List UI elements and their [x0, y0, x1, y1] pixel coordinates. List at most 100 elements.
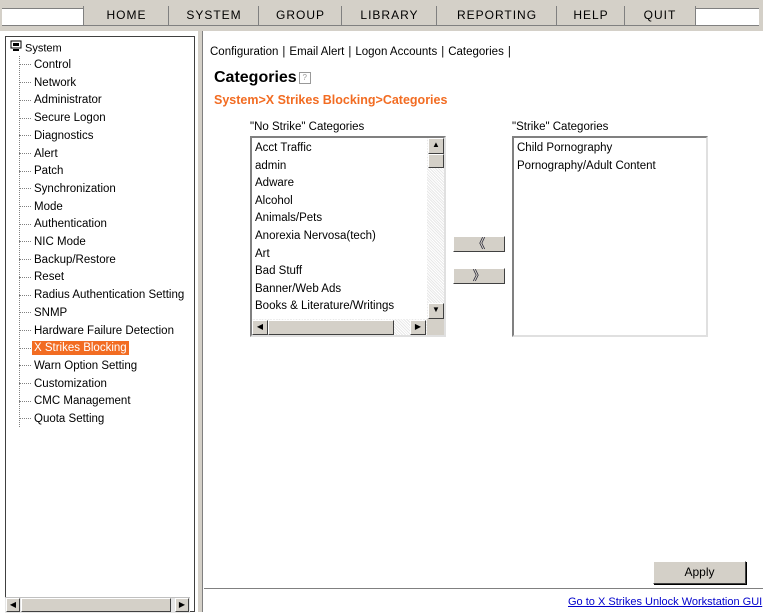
tree-scroll-thumb[interactable] [21, 598, 171, 612]
scroll-right-arrow-icon[interactable]: ▶ [175, 598, 189, 612]
no-strike-listbox[interactable]: Acct Traffic admin Adware Alcohol Animals/Pe… [250, 136, 446, 337]
footer-divider [204, 588, 763, 589]
tree-item[interactable]: X Strikes Blocking [19, 340, 129, 358]
menu-system[interactable]: SYSTEM [168, 6, 259, 25]
menu-group[interactable]: GROUP [258, 6, 342, 25]
tree-item[interactable]: Patch [19, 163, 65, 181]
no-strike-hscroll-thumb[interactable] [268, 320, 394, 335]
help-icon[interactable]: ? [298, 71, 311, 84]
breadcrumb: System>X Strikes Blocking>Categories [214, 93, 448, 107]
tree-item-label: X Strikes Blocking [32, 341, 129, 356]
tree-branch-line [19, 117, 31, 119]
no-strike-vertical-scrollbar[interactable]: ▲ ▼ [427, 138, 444, 319]
tree-branch-line [19, 223, 31, 225]
tree-item-label: Authentication [34, 218, 107, 231]
tree-item-label: CMC Management [34, 395, 131, 408]
tree-item-label: Backup/Restore [34, 253, 116, 266]
tree-item[interactable]: Customization [19, 376, 109, 394]
tree-item[interactable]: Quota Setting [19, 411, 106, 429]
no-strike-category-item[interactable]: Alcohol [252, 193, 426, 211]
tree-item-label: Customization [34, 377, 107, 390]
tree-item[interactable]: Authentication [19, 216, 109, 234]
apply-button[interactable]: Apply [653, 561, 746, 584]
no-strike-category-item[interactable]: Anorexia Nervosa(tech) [252, 228, 426, 246]
no-strike-category-item[interactable]: Books & Literature/Writings [252, 298, 426, 316]
menu-reporting[interactable]: REPORTING [436, 6, 557, 25]
tree-horizontal-scrollbar[interactable]: ◀ ▶ [5, 597, 190, 613]
strike-listbox[interactable]: Child Pornography Pornography/Adult Conte… [512, 136, 708, 337]
page-title: Categories? [214, 69, 311, 87]
tab-email-alert[interactable]: Email Alert [289, 46, 344, 58]
scroll-left-arrow-icon[interactable]: ◀ [252, 320, 268, 335]
tree-item[interactable]: Control [19, 57, 73, 75]
no-strike-category-item[interactable]: admin [252, 158, 426, 176]
tree-item[interactable]: Warn Option Setting [19, 358, 139, 376]
move-right-button[interactable]: 》 [453, 268, 505, 284]
tree-branch-line [19, 82, 31, 84]
tree-branch-line [19, 383, 31, 385]
scroll-right-arrow-icon[interactable]: ▶ [410, 320, 426, 335]
tree-item[interactable]: Diagnostics [19, 128, 95, 146]
tree-branch-line [19, 99, 31, 101]
tree-item[interactable]: Backup/Restore [19, 252, 118, 270]
menu-library[interactable]: LIBRARY [341, 6, 437, 25]
strike-category-item[interactable]: Child Pornography [514, 140, 704, 158]
tree-branch-line [19, 135, 31, 137]
unlock-workstation-link[interactable]: Go to X Strikes Unlock Workstation GUI [568, 596, 762, 608]
tree-item-label: Alert [34, 147, 58, 160]
tree-item[interactable]: Mode [19, 199, 65, 217]
tab-configuration[interactable]: Configuration [210, 46, 278, 58]
tree-branch-line [19, 152, 31, 154]
no-strike-horizontal-scrollbar[interactable]: ◀ ▶ [252, 319, 427, 335]
tree-item[interactable]: Alert [19, 146, 60, 164]
tree-branch-line [19, 365, 31, 367]
menu-quit[interactable]: QUIT [624, 6, 696, 25]
scroll-down-arrow-icon[interactable]: ▼ [428, 303, 444, 319]
tree-item[interactable]: Reset [19, 269, 66, 287]
tab-logon-accounts[interactable]: Logon Accounts [355, 46, 437, 58]
tree-branch-line [19, 329, 31, 331]
system-tree-panel: System Control Network Administrator Secure… [5, 36, 195, 612]
tree-item[interactable]: Network [19, 75, 78, 93]
tree-item[interactable]: Secure Logon [19, 110, 108, 128]
tree-item[interactable]: NIC Mode [19, 234, 88, 252]
no-strike-category-item[interactable]: Acct Traffic [252, 140, 426, 158]
no-strike-category-item[interactable]: Animals/Pets [252, 210, 426, 228]
pane-splitter[interactable] [197, 31, 203, 612]
tree-item-label: Reset [34, 271, 65, 284]
tree-branch-line [19, 418, 31, 420]
tree-item[interactable]: CMC Management [19, 393, 133, 411]
scroll-up-arrow-icon[interactable]: ▲ [428, 138, 444, 154]
tree-branch-line [19, 294, 31, 296]
tree-item-label: Patch [34, 165, 64, 178]
tree-item[interactable]: Administrator [19, 92, 104, 110]
tree-item[interactable]: Synchronization [19, 181, 118, 199]
tree-item[interactable]: Hardware Failure Detection [19, 323, 176, 341]
tree-item[interactable]: Radius Authentication Setting [19, 287, 186, 305]
no-strike-category-item[interactable]: Bad Stuff [252, 263, 426, 281]
tree-item-label: Hardware Failure Detection [34, 324, 174, 337]
tree-branch-line [19, 206, 31, 208]
no-strike-scroll-thumb[interactable] [428, 154, 444, 168]
no-strike-category-item[interactable]: Art [252, 246, 426, 264]
scroll-left-arrow-icon[interactable]: ◀ [6, 598, 20, 612]
tree-item-label: Network [34, 76, 77, 89]
tree-root-system[interactable]: System [10, 40, 62, 56]
strike-category-item[interactable]: Pornography/Adult Content [514, 158, 704, 176]
tree-item-label: Administrator [34, 94, 102, 107]
move-left-button[interactable]: 《 [453, 236, 505, 252]
scrollbar-corner [427, 319, 444, 335]
strike-label: "Strike" Categories [512, 121, 609, 133]
menu-home[interactable]: HOME [83, 6, 169, 25]
menu-help[interactable]: HELP [556, 6, 625, 25]
tab-separator: | [348, 46, 352, 58]
tree-item[interactable]: SNMP [19, 305, 69, 323]
tab-separator: | [441, 46, 445, 58]
tree-item-label: Secure Logon [34, 112, 106, 125]
tab-categories[interactable]: Categories [448, 46, 504, 58]
tab-separator: | [282, 46, 286, 58]
tree-branch-line [19, 64, 31, 66]
no-strike-category-item[interactable]: Banner/Web Ads [252, 281, 426, 299]
tree-item-label: Diagnostics [34, 129, 94, 142]
no-strike-category-item[interactable]: Adware [252, 175, 426, 193]
